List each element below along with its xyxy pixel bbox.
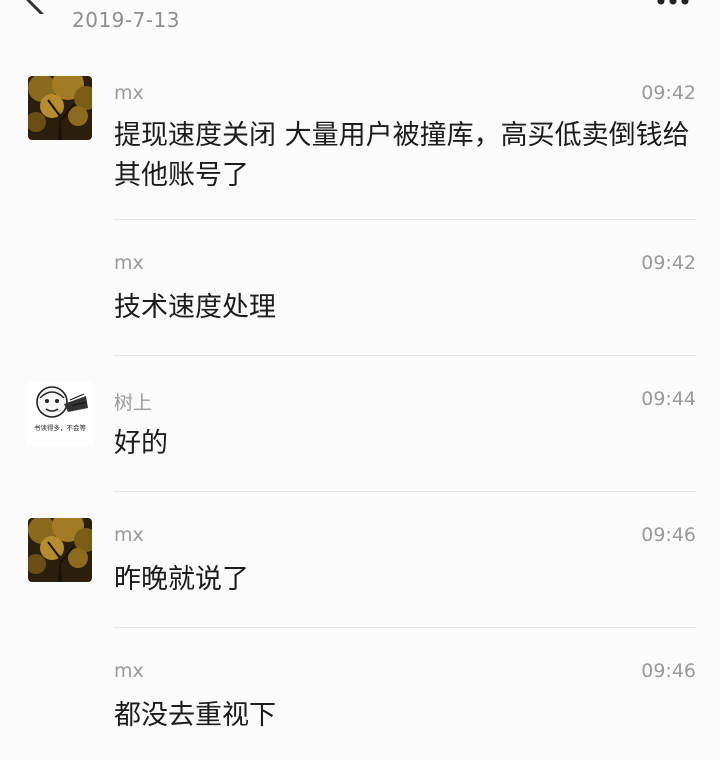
message-text: 都没去重视下 <box>114 700 276 731</box>
message-item[interactable]: mx 09:42 提现速度关闭 大量用户被撞库，高买低卖倒钱给其他账号了 <box>0 60 720 220</box>
meme-avatar[interactable]: 书读得多，不会等 <box>28 382 92 446</box>
chat-header: 2019-7-13 <box>0 0 720 60</box>
message-item[interactable]: mx 09:46 都没去重视下 <box>0 628 720 748</box>
message-item[interactable]: mx 09:46 昨晚就说了 <box>0 492 720 628</box>
message-item[interactable]: 书读得多，不会等 树上 09:44 好的 <box>0 356 720 492</box>
chat-date: 2019-7-13 <box>72 8 181 32</box>
message-time: 09:46 <box>641 524 696 546</box>
message-text: 好的 <box>114 428 168 459</box>
message-time: 09:44 <box>641 388 696 410</box>
message-text: 技术速度处理 <box>114 292 276 323</box>
sender-name: mx <box>114 660 144 682</box>
message-list: mx 09:42 提现速度关闭 大量用户被撞库，高买低卖倒钱给其他账号了 mx … <box>0 60 720 748</box>
message-text: 提现速度关闭 大量用户被撞库，高买低卖倒钱给其他账号了 <box>114 120 690 191</box>
message-text: 昨晚就说了 <box>114 564 249 595</box>
message-time: 09:42 <box>641 252 696 274</box>
sender-name: 树上 <box>114 392 153 414</box>
sender-name: mx <box>114 82 144 104</box>
message-item[interactable]: mx 09:42 技术速度处理 <box>0 220 720 356</box>
autumn-tree-avatar[interactable] <box>28 518 92 582</box>
meme-caption: 书读得多，不会等 <box>34 423 87 432</box>
autumn-tree-avatar[interactable] <box>28 76 92 140</box>
more-dots-icon[interactable] <box>655 0 691 6</box>
sender-name: mx <box>114 252 144 274</box>
sender-name: mx <box>114 524 144 546</box>
message-time: 09:42 <box>641 82 696 104</box>
message-time: 09:46 <box>641 660 696 682</box>
chevron-left-icon[interactable] <box>20 0 50 14</box>
